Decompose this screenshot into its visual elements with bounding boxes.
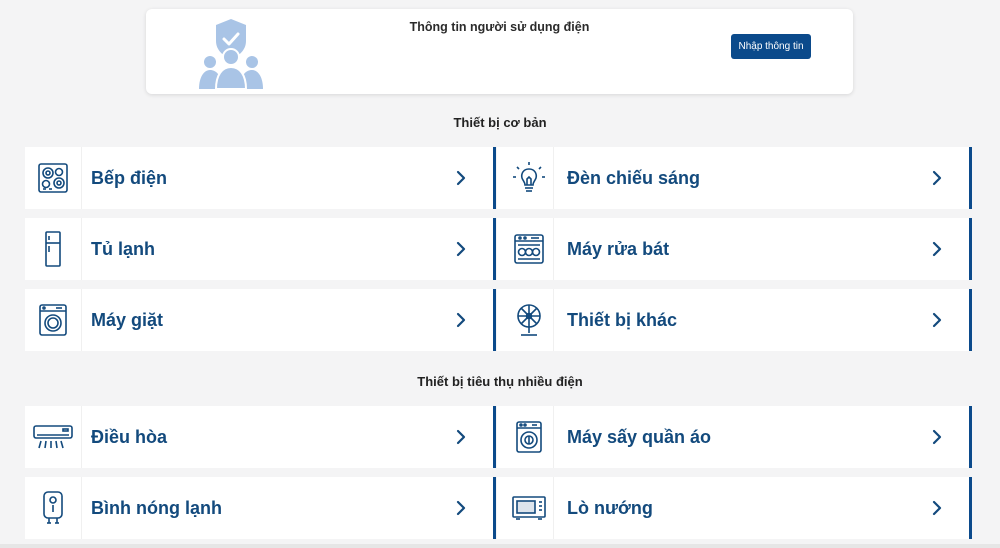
enter-info-button[interactable]: Nhập thông tin [731, 34, 811, 59]
water-heater-icon [25, 477, 81, 539]
device-label: Bình nóng lạnh [91, 498, 222, 518]
user-info-card: Thông tin người sử dụng điện Nhập thông … [146, 9, 853, 94]
chevron-right-icon [456, 312, 466, 328]
device-label: Máy rửa bát [567, 239, 670, 259]
device-label: Lò nướng [567, 498, 653, 518]
chevron-right-icon [932, 312, 942, 328]
chevron-right-icon [932, 429, 942, 445]
device-label: Đèn chiếu sáng [567, 168, 701, 188]
light-bulb-icon [501, 147, 557, 209]
device-tile-electric-stove[interactable]: Bếp điện [25, 147, 496, 209]
washing-machine-icon [25, 289, 81, 351]
dishwasher-icon [501, 218, 557, 280]
chevron-right-icon [456, 241, 466, 257]
chevron-right-icon [456, 170, 466, 186]
device-label: Thiết bị khác [567, 310, 678, 330]
device-tile-air-conditioner[interactable]: Điều hòa [25, 406, 496, 468]
device-label: Bếp điện [91, 168, 168, 188]
chevron-right-icon [456, 429, 466, 445]
basic-devices-title: Thiết bị cơ bản [453, 115, 547, 130]
user-info-title: Thông tin người sử dụng điện [409, 20, 590, 34]
air-conditioner-icon [25, 406, 81, 468]
device-tile-dishwasher[interactable]: Máy rửa bát [497, 218, 972, 280]
fan-icon [501, 289, 557, 351]
chevron-right-icon [932, 241, 942, 257]
device-tile-lighting[interactable]: Đèn chiếu sáng [497, 147, 972, 209]
device-tile-clothes-dryer[interactable]: Máy sấy quần áo [497, 406, 972, 468]
device-tile-washing-machine[interactable]: Máy giặt [25, 289, 496, 351]
refrigerator-icon [25, 218, 81, 280]
oven-icon [501, 477, 557, 539]
electric-stove-icon [25, 147, 81, 209]
device-tile-other-devices[interactable]: Thiết bị khác [497, 289, 972, 351]
horizontal-scrollbar[interactable] [0, 544, 1000, 548]
chevron-right-icon [932, 500, 942, 516]
device-tile-water-heater[interactable]: Bình nóng lạnh [25, 477, 496, 539]
heavy-devices-title: Thiết bị tiêu thụ nhiều điện [417, 374, 583, 389]
chevron-right-icon [456, 500, 466, 516]
device-label: Máy sấy quần áo [567, 427, 712, 447]
chevron-right-icon [932, 170, 942, 186]
device-label: Tủ lạnh [91, 239, 155, 259]
device-tile-refrigerator[interactable]: Tủ lạnh [25, 218, 496, 280]
device-label: Máy giặt [91, 310, 164, 330]
device-tile-oven[interactable]: Lò nướng [497, 477, 972, 539]
clothes-dryer-icon [501, 406, 557, 468]
device-label: Điều hòa [91, 427, 168, 447]
